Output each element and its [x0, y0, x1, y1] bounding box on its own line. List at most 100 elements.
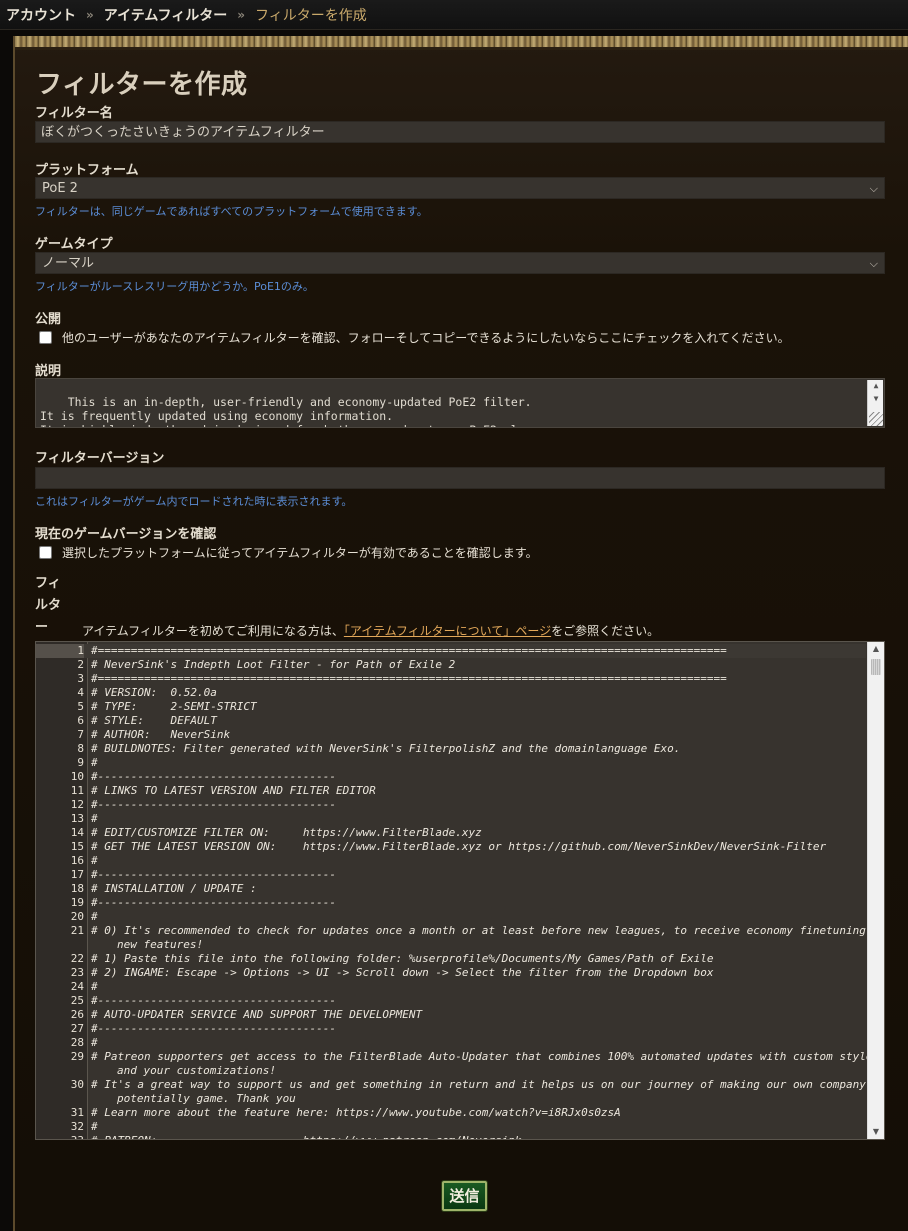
line-code: #------------------------------------	[91, 896, 337, 909]
line-code: #------------------------------------	[91, 868, 337, 881]
line-number: 13	[70, 812, 84, 825]
filter-name-label: フィルター名	[35, 106, 113, 121]
resize-handle-icon[interactable]	[869, 412, 883, 426]
editor-line[interactable]: 28 #	[36, 1036, 866, 1050]
editor-line[interactable]: 26 # AUTO-UPDATER SERVICE AND SUPPORT THE…	[36, 1008, 866, 1022]
line-number: 23	[70, 966, 84, 979]
filter-name-input[interactable]: ぼくがつくったさいきょうのアイテムフィルター	[35, 121, 885, 143]
editor-line[interactable]: 14 # EDIT/CUSTOMIZE FILTER ON: https://ww…	[36, 826, 866, 840]
line-code: # Learn more about the feature here: htt…	[91, 1106, 621, 1119]
editor-line[interactable]: 33 # PATREON: https://www.patreon.com/Nev…	[36, 1134, 866, 1139]
editor-line[interactable]: 5 # TYPE: 2-SEMI-STRICT	[36, 700, 866, 714]
line-code: #	[91, 756, 98, 769]
editor-line[interactable]: 20 #	[36, 910, 866, 924]
editor-line[interactable]: 18 # INSTALLATION / UPDATE :	[36, 882, 866, 896]
platform-select[interactable]: PoE 2 ⌵	[35, 177, 885, 199]
editor-line[interactable]: 17 #------------------------------------	[36, 868, 866, 882]
filter-code-editor[interactable]: 1 #======================================…	[35, 641, 885, 1140]
line-code: # 0) It's recommended to check for updat…	[91, 924, 885, 951]
editor-line[interactable]: 3 #======================================…	[36, 672, 866, 686]
line-number: 3	[77, 672, 84, 685]
line-code: #	[91, 1036, 98, 1049]
platform-select-value: PoE 2	[42, 181, 78, 196]
editor-line[interactable]: 30 # It's a great way to support us and g…	[36, 1078, 884, 1106]
line-code: #------------------------------------	[91, 770, 337, 783]
line-code: # TYPE: 2-SEMI-STRICT	[91, 700, 257, 713]
breadcrumb-item-filters[interactable]: アイテムフィルター	[104, 5, 227, 25]
editor-line[interactable]: 16 #	[36, 854, 866, 868]
editor-line[interactable]: 15 # GET THE LATEST VERSION ON: https://w…	[36, 840, 866, 854]
line-number: 20	[70, 910, 84, 923]
submit-button[interactable]: 送信	[442, 1181, 487, 1211]
filter-version-input[interactable]	[35, 467, 885, 489]
line-code: # GET THE LATEST VERSION ON: https://www…	[91, 840, 827, 853]
line-number: 30	[70, 1078, 84, 1091]
public-label: 公開	[35, 312, 62, 327]
description-text: This is an in-depth, user-friendly and e…	[40, 395, 552, 427]
line-number: 7	[77, 728, 84, 741]
line-number: 14	[70, 826, 84, 839]
editor-line[interactable]: 31 # Learn more about the feature here: h…	[36, 1106, 866, 1120]
editor-line[interactable]: 13 #	[36, 812, 866, 826]
editor-line[interactable]: 6 # STYLE: DEFAULT	[36, 714, 866, 728]
scroll-up-icon[interactable]: ▲	[868, 642, 884, 656]
gametype-select-value: ノーマル	[42, 256, 95, 271]
editor-line[interactable]: 12 #------------------------------------	[36, 798, 866, 812]
line-code: # NeverSink's Indepth Loot Filter - for …	[91, 658, 456, 671]
breadcrumb-current: フィルターを作成	[255, 7, 367, 24]
line-code: #	[91, 854, 98, 867]
editor-line[interactable]: 4 # VERSION: 0.52.0a	[36, 686, 866, 700]
filter-intro-text-end: をご参照ください。	[551, 624, 660, 638]
chevron-down-icon: ⌵	[869, 257, 878, 270]
editor-line[interactable]: 32 #	[36, 1120, 866, 1134]
breadcrumb-account[interactable]: アカウント	[6, 5, 76, 25]
scroll-down-icon[interactable]: ▼	[868, 393, 884, 405]
public-checkbox[interactable]	[39, 331, 52, 344]
line-code: # PATREON: https://www.patreon.com/Never…	[91, 1134, 521, 1139]
editor-line[interactable]: 10 #------------------------------------	[36, 770, 866, 784]
editor-lines: 1 #======================================…	[36, 644, 884, 1139]
confirm-checkbox[interactable]	[39, 546, 52, 559]
editor-line[interactable]: 27 #------------------------------------	[36, 1022, 866, 1036]
line-number: 2	[77, 658, 84, 671]
editor-line[interactable]: 1 #======================================…	[36, 644, 866, 658]
editor-line[interactable]: 9 #	[36, 756, 866, 770]
line-number: 32	[70, 1120, 84, 1133]
editor-line[interactable]: 22 # 1) Paste this file into the followin…	[36, 952, 866, 966]
line-number: 31	[70, 1106, 84, 1119]
breadcrumb-separator: »	[237, 7, 246, 22]
editor-line[interactable]: 25 #------------------------------------	[36, 994, 866, 1008]
form-panel: フィルターを作成 フィルター名 ぼくがつくったさいきょうのアイテムフィルター プ…	[13, 36, 908, 1231]
scroll-thumb[interactable]	[871, 659, 881, 675]
line-code: #------------------------------------	[91, 1022, 337, 1035]
line-number: 1	[36, 644, 84, 658]
line-code: # STYLE: DEFAULT	[91, 714, 217, 727]
editor-line[interactable]: 11 # LINKS TO LATEST VERSION AND FILTER E…	[36, 784, 866, 798]
line-number: 19	[70, 896, 84, 909]
line-number: 5	[77, 700, 84, 713]
editor-line[interactable]: 23 # 2) INGAME: Escape -> Options -> UI -…	[36, 966, 866, 980]
scroll-up-icon[interactable]: ▲	[868, 380, 884, 392]
description-textarea[interactable]: This is an in-depth, user-friendly and e…	[35, 378, 885, 428]
editor-line[interactable]: 21 # 0) It's recommended to check for upd…	[36, 924, 884, 952]
line-number: 26	[70, 1008, 84, 1021]
editor-line[interactable]: 29 # Patreon supporters get access to the…	[36, 1050, 879, 1078]
scroll-down-icon[interactable]: ▼	[868, 1125, 884, 1139]
line-number: 10	[70, 770, 84, 783]
editor-line[interactable]: 24 #	[36, 980, 866, 994]
editor-scrollbar[interactable]: ▲ ▼	[867, 642, 884, 1139]
line-code: # INSTALLATION / UPDATE :	[91, 882, 257, 895]
line-number: 28	[70, 1036, 84, 1049]
confirm-checkbox-row[interactable]: 選択したプラットフォームに従ってアイテムフィルターが有効であることを確認します。	[39, 544, 538, 561]
gametype-select[interactable]: ノーマル ⌵	[35, 252, 885, 274]
line-number: 21	[70, 924, 84, 937]
line-number: 15	[70, 840, 84, 853]
editor-line[interactable]: 19 #------------------------------------	[36, 896, 866, 910]
editor-line[interactable]: 2 # NeverSink's Indepth Loot Filter - for…	[36, 658, 866, 672]
editor-line[interactable]: 8 # BUILDNOTES: Filter generated with Nev…	[36, 742, 866, 756]
about-filters-link[interactable]: 「アイテムフィルターについて」ページ	[344, 624, 551, 638]
line-code: #------------------------------------	[91, 994, 337, 1007]
public-checkbox-row[interactable]: 他のユーザーがあなたのアイテムフィルターを確認、フォローそしてコピーできるように…	[39, 329, 790, 346]
editor-line[interactable]: 7 # AUTHOR: NeverSink	[36, 728, 866, 742]
description-label: 説明	[35, 364, 62, 379]
